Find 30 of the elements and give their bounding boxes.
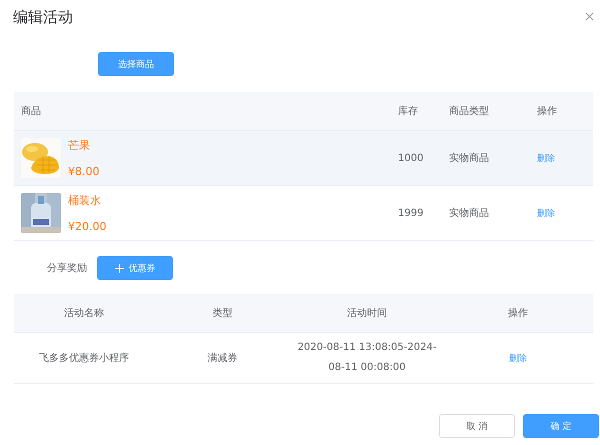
column-header: 操作: [508, 308, 528, 319]
add-coupon-button[interactable]: 优惠券: [97, 256, 173, 280]
dialog-title: 编辑活动: [13, 8, 73, 27]
plus-icon: [114, 264, 124, 272]
type-cell: 满减券: [208, 353, 238, 364]
column-header: 类型: [212, 308, 232, 319]
cancel-button[interactable]: 取 消: [439, 414, 515, 438]
product-name: 桶装水: [68, 193, 102, 208]
delete-link[interactable]: 删除: [537, 206, 555, 220]
delete-link[interactable]: 删除: [537, 152, 555, 164]
column-header: 操作: [537, 106, 557, 117]
activity-name-cell: 飞多多优惠券小程序: [39, 353, 129, 364]
stock-cell: 1999: [398, 208, 424, 218]
stock-cell: 1000: [398, 152, 424, 164]
select-goods-button[interactable]: 选择商品: [98, 52, 174, 76]
activity-time-cell-text: 2020-08-11 13:08:05-2024-08-11 00:08:00: [296, 341, 438, 375]
share-reward-label: 分享奖励: [47, 262, 87, 275]
product-price: ¥20.00: [68, 220, 106, 233]
column-header: 活动时间: [347, 308, 387, 319]
column-header: 商品类型: [449, 106, 489, 117]
delete-link[interactable]: 删除: [509, 352, 527, 364]
type-cell: 实物商品: [449, 153, 489, 164]
product-name: 芒果: [68, 138, 91, 153]
column-header: 库存: [398, 106, 418, 117]
type-cell: 实物商品: [449, 208, 489, 219]
column-header: 商品: [21, 106, 41, 117]
column-header: 活动名称: [64, 308, 104, 319]
product-price: ¥8.00: [68, 165, 100, 178]
close-icon[interactable]: [585, 12, 594, 21]
confirm-button[interactable]: 确 定: [523, 414, 599, 438]
